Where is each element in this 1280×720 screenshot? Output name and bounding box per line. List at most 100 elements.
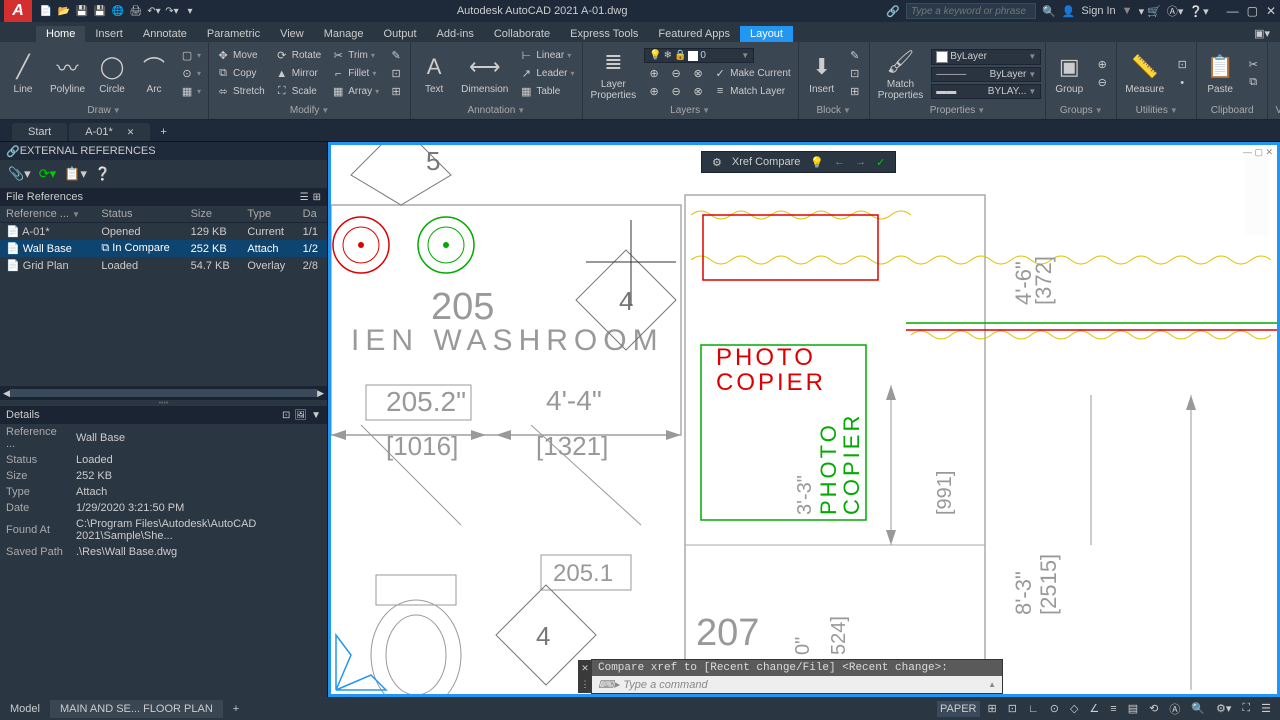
details-view-icon[interactable]: ⊡	[282, 410, 290, 421]
layer-properties-button[interactable]: ≣Layer Properties	[587, 45, 641, 103]
layer-tool-2[interactable]: ⊖	[666, 65, 686, 81]
match-properties-button[interactable]: 🖌Match Properties	[874, 45, 928, 103]
make-current-button[interactable]: ✓Make Current	[710, 65, 794, 81]
base-button[interactable]: ▣Base	[1272, 50, 1280, 97]
tab-addins[interactable]: Add-ins	[427, 26, 484, 42]
leader-button[interactable]: ↗Leader▾	[516, 66, 577, 82]
cmd-close-icon[interactable]: ✕	[581, 663, 589, 674]
prev-change-icon[interactable]: ←	[834, 156, 845, 168]
scroll-left-icon[interactable]: ◀	[3, 388, 10, 399]
transparency-icon[interactable]: ▤	[1125, 700, 1141, 717]
layer-tool-1[interactable]: ⊕	[644, 65, 664, 81]
cmd-handle-icon[interactable]: ⋮	[581, 679, 590, 690]
share-icon[interactable]: 🔗	[886, 5, 900, 18]
tab-annotate[interactable]: Annotate	[133, 26, 197, 42]
cart-icon[interactable]: ▾ 🛒	[1139, 5, 1161, 18]
qat-redo-icon[interactable]: ↷▾	[164, 3, 180, 19]
snap-icon[interactable]: ⊡	[1005, 700, 1020, 717]
help-icon[interactable]: ❔▾	[1189, 5, 1208, 18]
col-date[interactable]: Da	[297, 206, 327, 223]
qat-save-icon[interactable]: 💾	[74, 3, 90, 19]
dimension-button[interactable]: ⟷Dimension	[457, 50, 512, 97]
qat-undo-icon[interactable]: ↶▾	[146, 3, 162, 19]
util-tool-1[interactable]: ⊡	[1172, 57, 1192, 73]
anno-icon[interactable]: Ⓐ	[1166, 699, 1183, 719]
drawing-canvas[interactable]: — ▢ ✕ 205 IEN W	[328, 142, 1280, 697]
osnap-icon[interactable]: ◇	[1067, 700, 1081, 717]
mirror-button[interactable]: ▲Mirror	[272, 66, 324, 82]
accept-icon[interactable]: ✓	[876, 156, 885, 169]
tab-manage[interactable]: Manage	[314, 26, 374, 42]
app-icon[interactable]: Ⓐ▾	[1167, 3, 1184, 19]
otrack-icon[interactable]: ∠	[1086, 700, 1102, 717]
refresh-button[interactable]: ⟳▾	[39, 166, 56, 182]
xref-row[interactable]: 📄 Grid PlanLoaded54.7 KBOverlay2/8	[0, 257, 327, 274]
scroll-right-icon[interactable]: ▶	[317, 388, 324, 399]
cycling-icon[interactable]: ⟲	[1146, 700, 1161, 717]
paste-button[interactable]: 📋Paste	[1201, 50, 1239, 97]
xref-tool[interactable]: 📋▾	[64, 166, 87, 182]
search-icon[interactable]: 🔍	[1042, 5, 1056, 18]
close-icon[interactable]: ✕	[1266, 4, 1276, 18]
tab-output[interactable]: Output	[374, 26, 427, 42]
xref-row[interactable]: 📄 A-01*Opened129 KBCurrent1/1	[0, 223, 327, 241]
tree-view-icon[interactable]: ⊞	[313, 192, 321, 203]
block-tool-3[interactable]: ⊞	[845, 84, 865, 100]
group-tool-2[interactable]: ⊖	[1092, 75, 1112, 91]
measure-button[interactable]: 📏Measure	[1121, 50, 1168, 97]
circle-button[interactable]: ◯Circle	[93, 50, 131, 97]
util-tool-2[interactable]: •	[1172, 75, 1192, 91]
next-change-icon[interactable]: →	[855, 156, 866, 168]
col-type[interactable]: Type	[241, 206, 296, 223]
app-logo[interactable]: A	[4, 0, 32, 22]
polar-icon[interactable]: ⊙	[1047, 700, 1062, 717]
draw-tool-2[interactable]: ⊙▾	[177, 66, 204, 82]
layout-tab[interactable]: MAIN AND SE... FLOOR PLAN	[50, 700, 223, 718]
table-button[interactable]: ▦Table	[516, 84, 577, 100]
preview-icon[interactable]: 🖼	[294, 410, 307, 421]
match-layer-button[interactable]: ≡Match Layer	[710, 83, 788, 99]
tab-home[interactable]: Home	[36, 26, 85, 42]
copy-clip-button[interactable]: ⧉	[1243, 75, 1263, 91]
draw-tool-1[interactable]: ▢▾	[177, 48, 204, 64]
polyline-button[interactable]: 〰Polyline	[46, 50, 89, 97]
color-selector[interactable]: ByLayer▼	[931, 49, 1041, 65]
sign-in-label[interactable]: Sign In	[1081, 5, 1115, 17]
qat-new-icon[interactable]: 📄	[38, 3, 54, 19]
qat-web-icon[interactable]: 🌐	[110, 3, 126, 19]
minimize-icon[interactable]: —	[1227, 4, 1239, 18]
command-input[interactable]: ⌨▸Type a command▲	[592, 676, 1002, 693]
cut-button[interactable]: ✂	[1243, 57, 1263, 73]
tab-featured[interactable]: Featured Apps	[648, 26, 740, 42]
tab-layout[interactable]: Layout	[740, 26, 793, 42]
scroll-thumb[interactable]	[10, 389, 317, 397]
copy-button[interactable]: ⧉Copy	[213, 66, 268, 82]
ortho-icon[interactable]: ∟	[1025, 701, 1042, 717]
tab-express[interactable]: Express Tools	[560, 26, 648, 42]
rotate-button[interactable]: ⟳Rotate	[272, 48, 324, 64]
linetype-selector[interactable]: ———ByLayer▼	[931, 67, 1041, 82]
add-tab-button[interactable]: +	[152, 123, 174, 141]
scale-button[interactable]: ⛶Scale	[272, 84, 324, 100]
text-button[interactable]: AText	[415, 50, 453, 97]
paper-toggle[interactable]: PAPER	[937, 701, 979, 717]
customize-icon[interactable]: ☰	[1258, 700, 1274, 717]
trim-button[interactable]: ✂Trim▾	[328, 48, 382, 64]
group-button[interactable]: ▣Group	[1050, 50, 1088, 97]
draw-tool-3[interactable]: ▦▾	[177, 84, 204, 100]
stretch-button[interactable]: ⬄Stretch	[213, 84, 268, 100]
attach-dropdown[interactable]: 📎▾	[8, 166, 31, 182]
tab-insert[interactable]: Insert	[85, 26, 133, 42]
scale-icon[interactable]: 🔍	[1188, 700, 1208, 717]
layer-tool-3[interactable]: ⊗	[688, 65, 708, 81]
settings-icon[interactable]: ⚙	[712, 156, 722, 169]
user-icon[interactable]: 👤	[1062, 5, 1076, 18]
palette-help-icon[interactable]: ❔	[95, 166, 111, 182]
tab-collaborate[interactable]: Collaborate	[484, 26, 560, 42]
linear-button[interactable]: ⊢Linear▾	[516, 48, 577, 64]
workspace-icon[interactable]: ⚙▾	[1213, 700, 1234, 717]
arc-button[interactable]: ⌒Arc	[135, 50, 173, 97]
xref-row-selected[interactable]: 📄 Wall Base⧉ In Compare252 KBAttach1/2	[0, 240, 327, 257]
insert-button[interactable]: ⬇Insert	[803, 50, 841, 97]
col-reference[interactable]: Reference ... ▼	[0, 206, 95, 223]
